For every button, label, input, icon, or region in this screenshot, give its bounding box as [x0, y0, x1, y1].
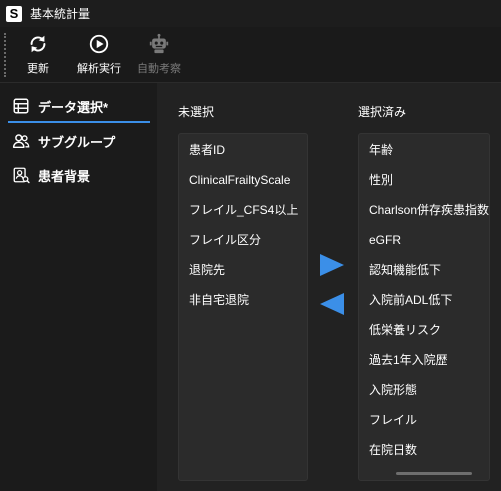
users-icon	[12, 134, 30, 149]
robot-icon	[149, 33, 169, 54]
selected-header: 選択済み	[358, 105, 407, 119]
list-item[interactable]: 過去1年入院歴	[369, 350, 448, 370]
play-circle-icon	[89, 34, 109, 54]
list-item[interactable]: 入院前ADL低下	[369, 290, 452, 310]
refresh-button[interactable]: 更新	[22, 33, 54, 77]
auto-discussion-label: 自動考察	[137, 63, 181, 75]
auto-discussion-button[interactable]: 自動考察	[134, 33, 184, 77]
list-item[interactable]: 年齢	[369, 140, 393, 160]
list-item[interactable]: 低栄養リスク	[369, 320, 441, 340]
list-item[interactable]: 退院先	[189, 260, 225, 280]
toolbar: 更新 解析実行 自動考察	[0, 27, 501, 83]
sidebar-item-data-selection[interactable]: データ選択*	[8, 92, 150, 123]
list-item[interactable]: フレイル	[369, 410, 417, 430]
unselected-listbox[interactable]: 患者ID ClinicalFrailtyScale フレイル_CFS4以上 フレ…	[178, 133, 308, 481]
list-item[interactable]: 認知機能低下	[369, 260, 441, 280]
refresh-label: 更新	[27, 63, 49, 75]
main-panel: 未選択 選択済み 患者ID ClinicalFrailtyScale フレイル_…	[157, 83, 501, 491]
list-item[interactable]: フレイル_CFS4以上	[189, 200, 298, 220]
table-icon	[13, 98, 29, 114]
unselected-header: 未選択	[178, 105, 215, 119]
list-item[interactable]: Charlson併存疾患指数	[369, 200, 489, 220]
sidebar-item-label: データ選択*	[38, 99, 109, 115]
list-item[interactable]: eGFR	[369, 230, 401, 250]
app-logo-icon: S	[6, 5, 22, 22]
toolbar-grip	[4, 33, 6, 77]
run-analysis-label: 解析実行	[77, 63, 121, 75]
window-title: 基本統計量	[30, 7, 91, 21]
list-item[interactable]: 性別	[369, 170, 393, 190]
sidebar-item-patient-background[interactable]: 患者背景	[8, 161, 150, 189]
move-right-arrow-icon[interactable]	[319, 253, 345, 277]
move-left-arrow-icon[interactable]	[319, 292, 345, 316]
sidebar-item-label: 患者背景	[38, 168, 91, 184]
patient-background-icon	[13, 167, 30, 184]
sidebar-item-subgroup[interactable]: サブグループ	[8, 127, 150, 155]
horizontal-scrollbar[interactable]	[396, 472, 472, 475]
sidebar-item-label: サブグループ	[38, 134, 116, 150]
list-item[interactable]: 非自宅退院	[189, 290, 249, 310]
list-item[interactable]: 患者ID	[189, 140, 225, 160]
run-analysis-button[interactable]: 解析実行	[74, 33, 124, 77]
selected-listbox[interactable]: 年齢 性別 Charlson併存疾患指数 eGFR 認知機能低下 入院前ADL低…	[358, 133, 490, 481]
list-item[interactable]: 入院形態	[369, 380, 417, 400]
title-bar: S 基本統計量	[0, 0, 501, 27]
list-item[interactable]: フレイル区分	[189, 230, 261, 250]
sidebar: データ選択* サブグループ 患者背景	[0, 83, 157, 491]
refresh-icon	[30, 35, 46, 53]
list-item[interactable]: 在院日数	[369, 440, 417, 460]
list-item[interactable]: ClinicalFrailtyScale	[189, 170, 290, 190]
